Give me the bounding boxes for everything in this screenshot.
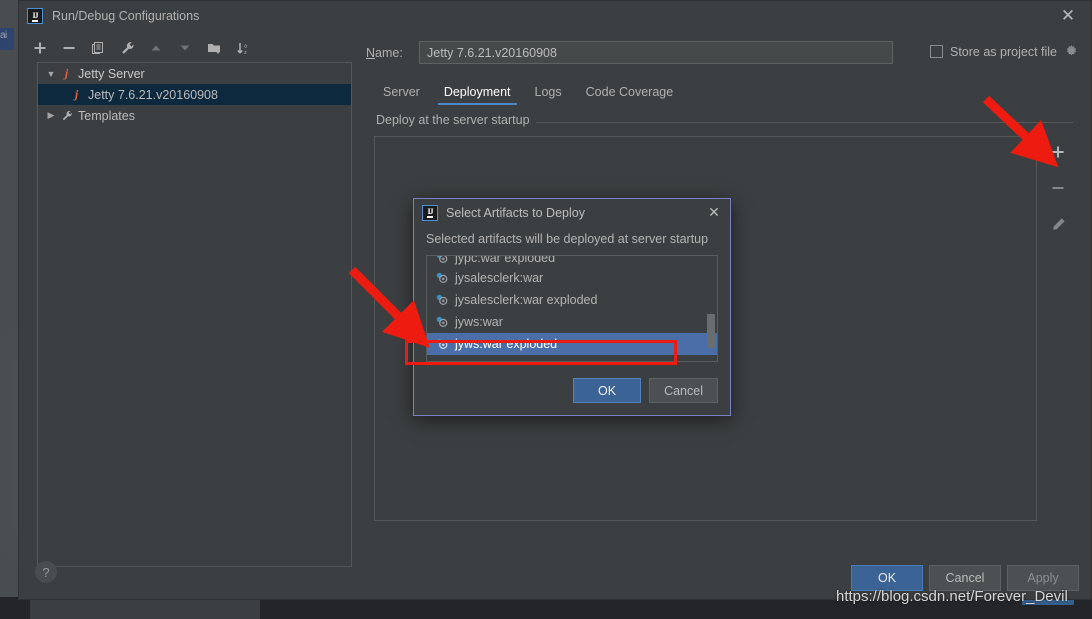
list-item-label: jypc:war exploded [455,256,556,265]
list-item[interactable]: jyws:war [427,311,717,333]
edit-artifact-button[interactable] [1046,213,1070,235]
dialog-cancel-button[interactable]: Cancel [649,378,718,403]
tree-item-label: Templates [78,108,135,123]
jetty-icon: j [64,66,69,80]
deployment-group-legend: Deploy at the server startup [376,113,536,127]
artifact-icon [436,294,448,305]
window-titlebar: IJ Run/Debug Configurations ✕ [19,1,1091,31]
wrench-icon [60,109,73,123]
backdrop-left-tab-label: ai [0,30,7,41]
intellij-idea-logo-icon: IJ [422,204,438,221]
store-as-project-file-checkbox[interactable] [930,45,943,58]
artifact-icon [436,256,448,263]
chevron-down-icon[interactable]: ▼ [42,69,60,79]
configurations-tree[interactable]: ▼ j Jetty Server j Jetty 7.6.21.v2016090… [37,62,352,567]
window-title: Run/Debug Configurations [52,9,200,23]
watermark-url: https://blog.csdn.net/Forever_Devil [836,588,1068,605]
artifact-icon [436,316,448,327]
help-button[interactable]: ? [35,561,57,583]
artifact-icon [436,272,448,283]
sort-configurations-button[interactable]: a z [230,36,256,60]
list-scrollbar-thumb[interactable] [707,314,715,348]
deployment-side-toolbar [1043,141,1073,235]
store-as-project-file-label: Store as project file [950,44,1057,59]
name-input[interactable] [419,41,893,64]
artifact-list[interactable]: jypc:war exploded jysalesclerk:war jysal… [426,255,718,362]
chevron-right-icon[interactable]: ▶ [42,110,60,121]
list-item-selected[interactable]: jyws:war exploded [427,333,717,355]
tree-item-templates[interactable]: ▶ Templates [38,105,351,126]
tree-item-jetty-server[interactable]: ▼ j Jetty Server [38,63,351,84]
tab-code-coverage[interactable]: Code Coverage [574,85,686,105]
remove-configuration-button[interactable] [56,36,82,60]
list-item[interactable]: jysalesclerk:war [427,267,717,289]
move-up-button[interactable] [143,36,169,60]
dialog-subtitle: Selected artifacts will be deployed at s… [426,232,709,246]
configurations-toolbar: a z [27,35,347,61]
name-label-mnemonic: N [366,46,376,60]
store-as-project-file-row[interactable]: Store as project file [930,44,1079,59]
gear-icon[interactable] [1064,44,1079,59]
close-icon[interactable]: ✕ [704,203,724,223]
edit-templates-button[interactable] [114,36,140,60]
tree-item-label: Jetty 7.6.21.v20160908 [88,87,218,102]
tree-item-label: Jetty Server [78,66,145,81]
copy-configuration-button[interactable] [85,36,111,60]
list-item-label: jyws:war [455,315,503,329]
add-configuration-button[interactable] [27,36,53,60]
dialog-ok-button[interactable]: OK [573,378,642,403]
name-label: Name: [366,46,403,60]
name-label-rest: ame: [375,46,403,60]
backdrop-taskbar-item [30,597,260,619]
svg-text:z: z [244,50,247,56]
tree-item-jetty-7-6-21[interactable]: j Jetty 7.6.21.v20160908 [38,84,351,105]
svg-text:a: a [244,43,248,49]
jetty-icon: j [74,87,79,101]
list-item-label: jyws:war exploded [455,337,558,351]
tab-server[interactable]: Server [371,85,432,105]
tab-logs[interactable]: Logs [523,85,574,105]
tab-deployment[interactable]: Deployment [432,85,523,105]
dialog-title: Select Artifacts to Deploy [446,205,585,220]
remove-artifact-button[interactable] [1046,177,1070,199]
run-debug-configurations-window: IJ Run/Debug Configurations ✕ a z ▼ j Je… [18,0,1092,600]
new-folder-button[interactable] [201,36,227,60]
list-item-label: jysalesclerk:war exploded [455,293,598,307]
configuration-tabs: Server Deployment Logs Code Coverage [371,79,685,105]
list-item-label: jysalesclerk:war [455,271,544,285]
select-artifacts-dialog: IJ Select Artifacts to Deploy ✕ Selected… [413,198,731,416]
list-item[interactable]: jypc:war exploded [427,256,717,267]
dialog-titlebar: IJ Select Artifacts to Deploy ✕ [414,199,730,226]
close-icon[interactable]: ✕ [1045,1,1091,31]
artifact-icon [436,338,448,349]
intellij-idea-logo-icon: IJ [27,8,43,24]
move-down-button[interactable] [172,36,198,60]
group-divider [512,122,1073,123]
add-artifact-button[interactable] [1046,141,1070,163]
list-item[interactable]: jysalesclerk:war exploded [427,289,717,311]
dialog-actions: OK Cancel [573,378,718,403]
